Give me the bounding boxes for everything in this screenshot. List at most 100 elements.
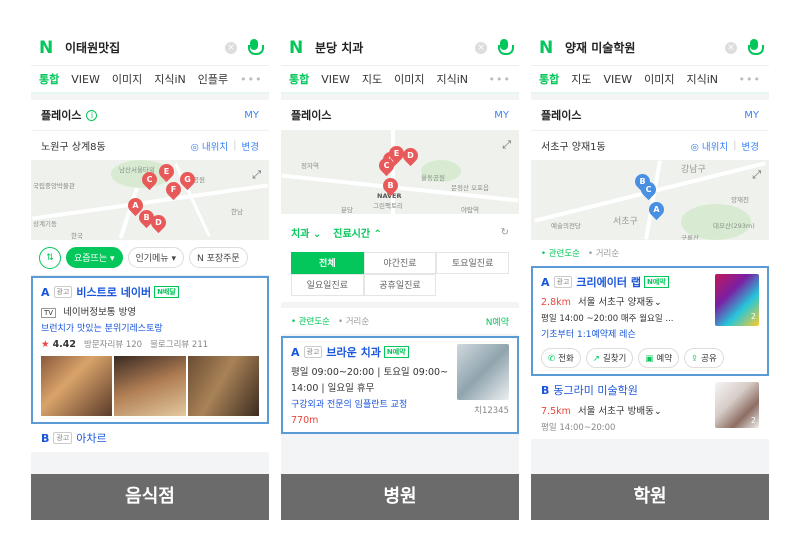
more-tabs-icon[interactable]: •••	[739, 73, 761, 86]
tab-image[interactable]: 이미지	[644, 71, 674, 87]
tab-map[interactable]: 지도	[571, 71, 591, 87]
tab-kin[interactable]: 지식iN	[436, 71, 468, 87]
map-pin[interactable]: C	[637, 178, 660, 201]
more-tabs-icon[interactable]: •••	[240, 73, 262, 86]
search-input[interactable]: 분당 치과	[315, 39, 475, 56]
sort-distance[interactable]: • 거리순	[338, 315, 369, 327]
reserve-button[interactable]: N예약	[486, 315, 509, 328]
business-title-row: B 동그라미 미술학원	[541, 382, 709, 398]
option-night[interactable]: 야간진료	[363, 252, 437, 274]
business-name[interactable]: 아차르	[76, 430, 106, 446]
tab-kin[interactable]: 지식iN	[154, 71, 186, 87]
tab-view[interactable]: VIEW	[604, 73, 633, 86]
tab-map[interactable]: 지도	[362, 71, 382, 87]
tab-influencer[interactable]: 인플루	[198, 71, 228, 87]
food-photo[interactable]	[114, 356, 186, 416]
business-name[interactable]: 크리에이터 랩	[576, 274, 641, 290]
option-holiday[interactable]: 공휴일진료	[363, 274, 437, 296]
business-name[interactable]: 비스트로 네이버	[76, 284, 151, 300]
naver-logo[interactable]: N	[39, 39, 57, 57]
chip-trending[interactable]: 요즘뜨는 ▾	[66, 247, 123, 268]
map-pin[interactable]: D	[147, 211, 170, 234]
microphone-icon[interactable]	[747, 38, 764, 57]
microphone-icon[interactable]	[247, 38, 264, 57]
more-tabs-icon[interactable]: •••	[489, 73, 511, 86]
map[interactable]: 남산서울타워 국립중앙박물관 남산공원 한남 상계기동 한국 A B C D E…	[31, 160, 269, 240]
address[interactable]: 서울 서초구 방배동⌄	[578, 406, 662, 417]
business-letter: A	[541, 275, 550, 289]
business-name[interactable]: 동그라미 미술학원	[553, 382, 637, 398]
business-info: B 동그라미 미술학원 7.5km 서울 서초구 방배동⌄ 평일 14:00~2…	[541, 382, 709, 434]
naver-logo[interactable]: N	[289, 39, 307, 57]
blog-review[interactable]: 블로그리뷰 211	[150, 340, 208, 350]
map-pin[interactable]: C	[138, 168, 161, 191]
expand-map-icon[interactable]: ⤢	[752, 168, 761, 182]
promo-text: 구강외과 전문의 임플란트 교정	[291, 400, 408, 410]
info-icon[interactable]: i	[86, 109, 98, 121]
map-pin[interactable]: E	[385, 142, 408, 165]
visitor-review[interactable]: 방문자리뷰 120	[84, 340, 142, 350]
naver-logo[interactable]: N	[539, 39, 557, 57]
sort-relevance[interactable]: • 관련도순	[291, 315, 330, 327]
reserve-action-button[interactable]: ▣ 예약	[638, 348, 680, 368]
search-input[interactable]: 이태원맛집	[65, 39, 225, 56]
business-thumbnail[interactable]	[457, 344, 509, 400]
tab-view[interactable]: VIEW	[321, 73, 350, 86]
tab-kin[interactable]: 지식iN	[686, 71, 718, 87]
tab-image[interactable]: 이미지	[394, 71, 424, 87]
place-header: 플레이스 i MY	[31, 100, 269, 130]
expand-map-icon[interactable]: ⤢	[252, 168, 261, 182]
clear-icon[interactable]: ×	[725, 41, 737, 54]
filter-settings-icon[interactable]: ⇅	[39, 246, 61, 269]
filter-top-row: 치과 ⌄ 진료시간 ⌃ ↻	[291, 220, 509, 244]
tab-integrated[interactable]: 통합	[539, 71, 559, 87]
hospital-filters: 치과 ⌄ 진료시간 ⌃ ↻ 전체 야간진료 토요일진료 일요일진료 공휴일진료	[281, 214, 519, 302]
tab-integrated[interactable]: 통합	[289, 71, 309, 87]
expand-map-icon[interactable]: ⤢	[502, 138, 511, 152]
business-name[interactable]: 브라운 치과	[326, 344, 380, 360]
clear-icon[interactable]: ×	[475, 41, 487, 54]
option-all[interactable]: 전체	[291, 252, 364, 274]
map-pin[interactable]: E	[155, 160, 178, 183]
category-filter[interactable]: 치과 ⌄	[291, 225, 321, 240]
clear-icon[interactable]: ×	[225, 41, 237, 54]
business-item-a[interactable]: A 광고 브라운 치과 N예약 평일 09:00~20:00 | 토요일 09:…	[281, 336, 519, 434]
search-input[interactable]: 양재 미술학원	[565, 39, 725, 56]
option-saturday[interactable]: 토요일진료	[436, 252, 509, 274]
change-location-button[interactable]: 변경	[742, 139, 759, 153]
tab-view[interactable]: VIEW	[71, 73, 100, 86]
refresh-icon[interactable]: ↻	[501, 227, 509, 238]
address[interactable]: 서울 서초구 양재동⌄	[578, 297, 662, 308]
business-item-a[interactable]: A 광고 비스트로 네이버 N배달 TV 네이버정보통 방영 브런치가 맛있는 …	[31, 276, 269, 424]
map-pin[interactable]: B	[379, 174, 402, 197]
map-pin[interactable]: G	[176, 168, 199, 191]
directions-button[interactable]: ↗ 길찾기	[585, 348, 634, 368]
map[interactable]: 강남구 서초구 예술의전당 양재천 구룡산 대모산(293m) A B C ⤢	[531, 160, 769, 240]
my-link[interactable]: MY	[744, 110, 759, 121]
my-link[interactable]: MY	[244, 110, 259, 121]
microphone-icon[interactable]	[497, 38, 514, 57]
business-item-b[interactable]: B 동그라미 미술학원 7.5km 서울 서초구 방배동⌄ 평일 14:00~2…	[531, 376, 769, 439]
food-photo[interactable]	[187, 356, 259, 416]
chip-takeout[interactable]: N 포장주문	[189, 247, 248, 268]
my-location-button[interactable]: ◎ 내위치	[691, 139, 729, 153]
tab-integrated[interactable]: 통합	[39, 71, 59, 87]
map-label: 그린팩토리	[373, 202, 403, 210]
change-location-button[interactable]: 변경	[242, 139, 259, 153]
tab-image[interactable]: 이미지	[112, 71, 142, 87]
share-button[interactable]: ⇪ 공유	[684, 348, 724, 368]
food-photo[interactable]	[41, 356, 113, 416]
business-item-b[interactable]: B 광고 아차르	[31, 424, 269, 452]
hours-filter[interactable]: 진료시간 ⌃	[333, 225, 382, 240]
business-item-a[interactable]: A 광고 크리에이터 랩 N예약 2.8km 서울 서초구 양재동⌄ 평일 14…	[531, 266, 769, 376]
map[interactable]: 정자역 NAVER 그린팩토리 율동공원 분당 문정산 오포읍 야탑역 A B …	[281, 130, 519, 214]
call-button[interactable]: ✆ 전화	[541, 348, 581, 368]
sort-relevance[interactable]: • 관련도순	[541, 247, 580, 259]
map-pin[interactable]: A	[645, 198, 668, 221]
sort-distance[interactable]: • 거리순	[588, 247, 619, 259]
my-link[interactable]: MY	[494, 110, 509, 121]
my-location-button[interactable]: ◎ 내위치	[191, 139, 229, 153]
chip-popular-menu[interactable]: 인기메뉴 ▾	[127, 247, 184, 268]
option-sunday[interactable]: 일요일진료	[291, 274, 364, 296]
business-side: 2	[715, 274, 759, 340]
